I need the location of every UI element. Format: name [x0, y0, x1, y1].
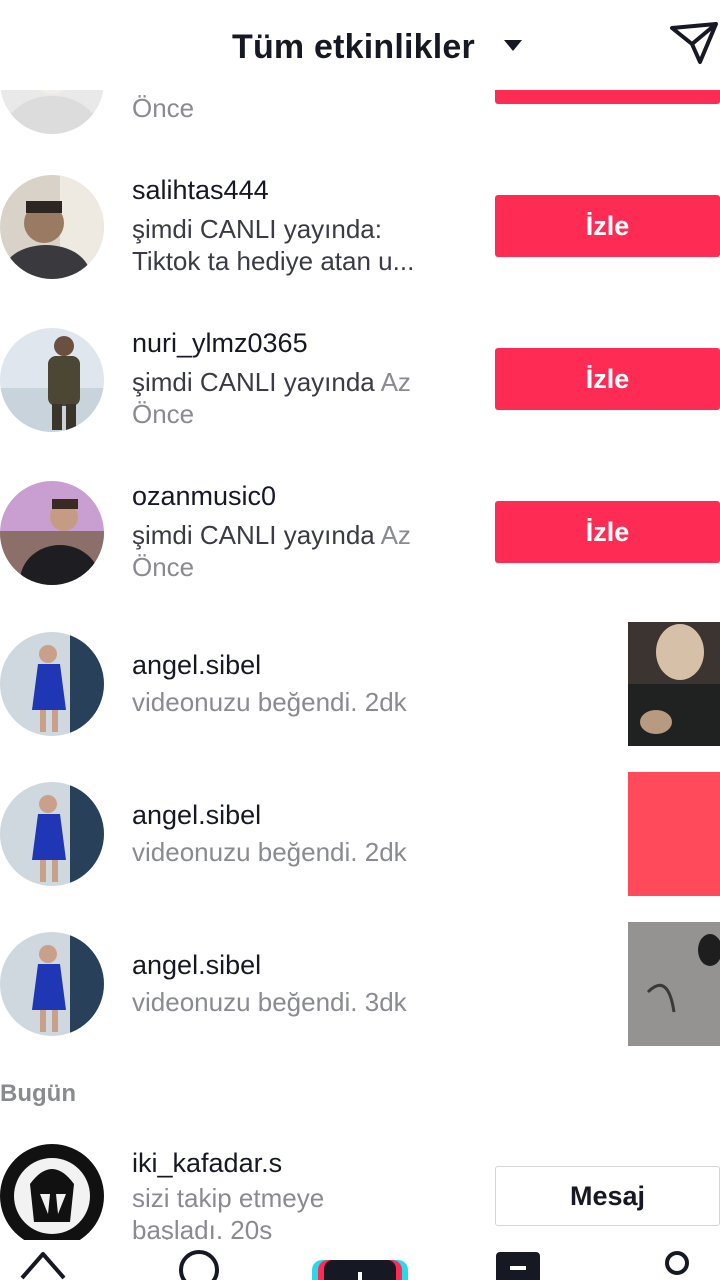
section-header-today: Bugün: [0, 1080, 76, 1107]
profile-icon[interactable]: [662, 1250, 692, 1280]
create-icon[interactable]: [312, 1260, 408, 1280]
activity-description: videonuzu beğendi. 3dk: [132, 987, 407, 1017]
username[interactable]: ozanmusic0: [132, 481, 276, 512]
caret-down-icon[interactable]: [504, 40, 522, 51]
inbox-icon[interactable]: [496, 1252, 540, 1280]
activity-description: şimdi CANLI yayında Az Önce: [132, 367, 411, 429]
avatar[interactable]: [0, 932, 104, 1036]
discover-icon[interactable]: [176, 1246, 222, 1280]
activity-filter-title[interactable]: Tüm etkinlikler: [232, 28, 475, 67]
list-item[interactable]: salihtas444 şimdi CANLI yayında: Tiktok …: [0, 175, 720, 315]
watch-button[interactable]: İzle: [495, 501, 720, 563]
video-thumbnail[interactable]: [628, 922, 720, 1046]
avatar[interactable]: [0, 328, 104, 432]
list-item[interactable]: angel.sibel videonuzu beğendi. 2dk: [0, 622, 720, 756]
username[interactable]: angel.sibel: [132, 800, 261, 831]
activity-description: şimdi CANLI yayında: Tiktok ta hediye at…: [132, 214, 415, 276]
list-item[interactable]: iki_kafadar.s sizi takip etmeye başladı.…: [0, 1144, 720, 1240]
bottom-tab-bar: [0, 1240, 720, 1280]
activity-feed[interactable]: Önce salihtas444 şimdi CANLI yayında: Ti…: [0, 0, 720, 1240]
top-bar: Tüm etkinlikler: [0, 0, 720, 90]
username[interactable]: iki_kafadar.s: [132, 1148, 282, 1179]
watch-button[interactable]: İzle: [495, 348, 720, 410]
activity-description: videonuzu beğendi. 2dk: [132, 687, 407, 717]
avatar[interactable]: [0, 632, 104, 736]
send-icon[interactable]: [668, 20, 720, 66]
activity-description: videonuzu beğendi. 2dk: [132, 837, 407, 867]
avatar[interactable]: [0, 1144, 104, 1240]
username[interactable]: salihtas444: [132, 175, 269, 206]
list-item[interactable]: angel.sibel videonuzu beğendi. 2dk: [0, 772, 720, 906]
username[interactable]: angel.sibel: [132, 650, 261, 681]
home-icon[interactable]: [18, 1248, 68, 1280]
username[interactable]: angel.sibel: [132, 950, 261, 981]
video-thumbnail[interactable]: [628, 772, 720, 896]
activity-description: şimdi CANLI yayında Az Önce: [132, 520, 411, 582]
avatar[interactable]: [0, 175, 104, 279]
avatar[interactable]: [0, 782, 104, 886]
list-item[interactable]: ozanmusic0 şimdi CANLI yayında Az Önce İ…: [0, 481, 720, 621]
video-thumbnail[interactable]: [628, 622, 720, 746]
avatar[interactable]: [0, 481, 104, 585]
list-item[interactable]: nuri_ylmz0365 şimdi CANLI yayında Az Önc…: [0, 328, 720, 468]
watch-button[interactable]: [495, 90, 720, 104]
watch-button[interactable]: İzle: [495, 195, 720, 257]
list-item[interactable]: angel.sibel videonuzu beğendi. 3dk: [0, 922, 720, 1056]
message-button[interactable]: Mesaj: [495, 1166, 720, 1226]
activity-description: sizi takip etmeye başladı. 20s: [132, 1183, 325, 1240]
activity-description: Önce: [132, 93, 195, 123]
username[interactable]: nuri_ylmz0365: [132, 328, 308, 359]
